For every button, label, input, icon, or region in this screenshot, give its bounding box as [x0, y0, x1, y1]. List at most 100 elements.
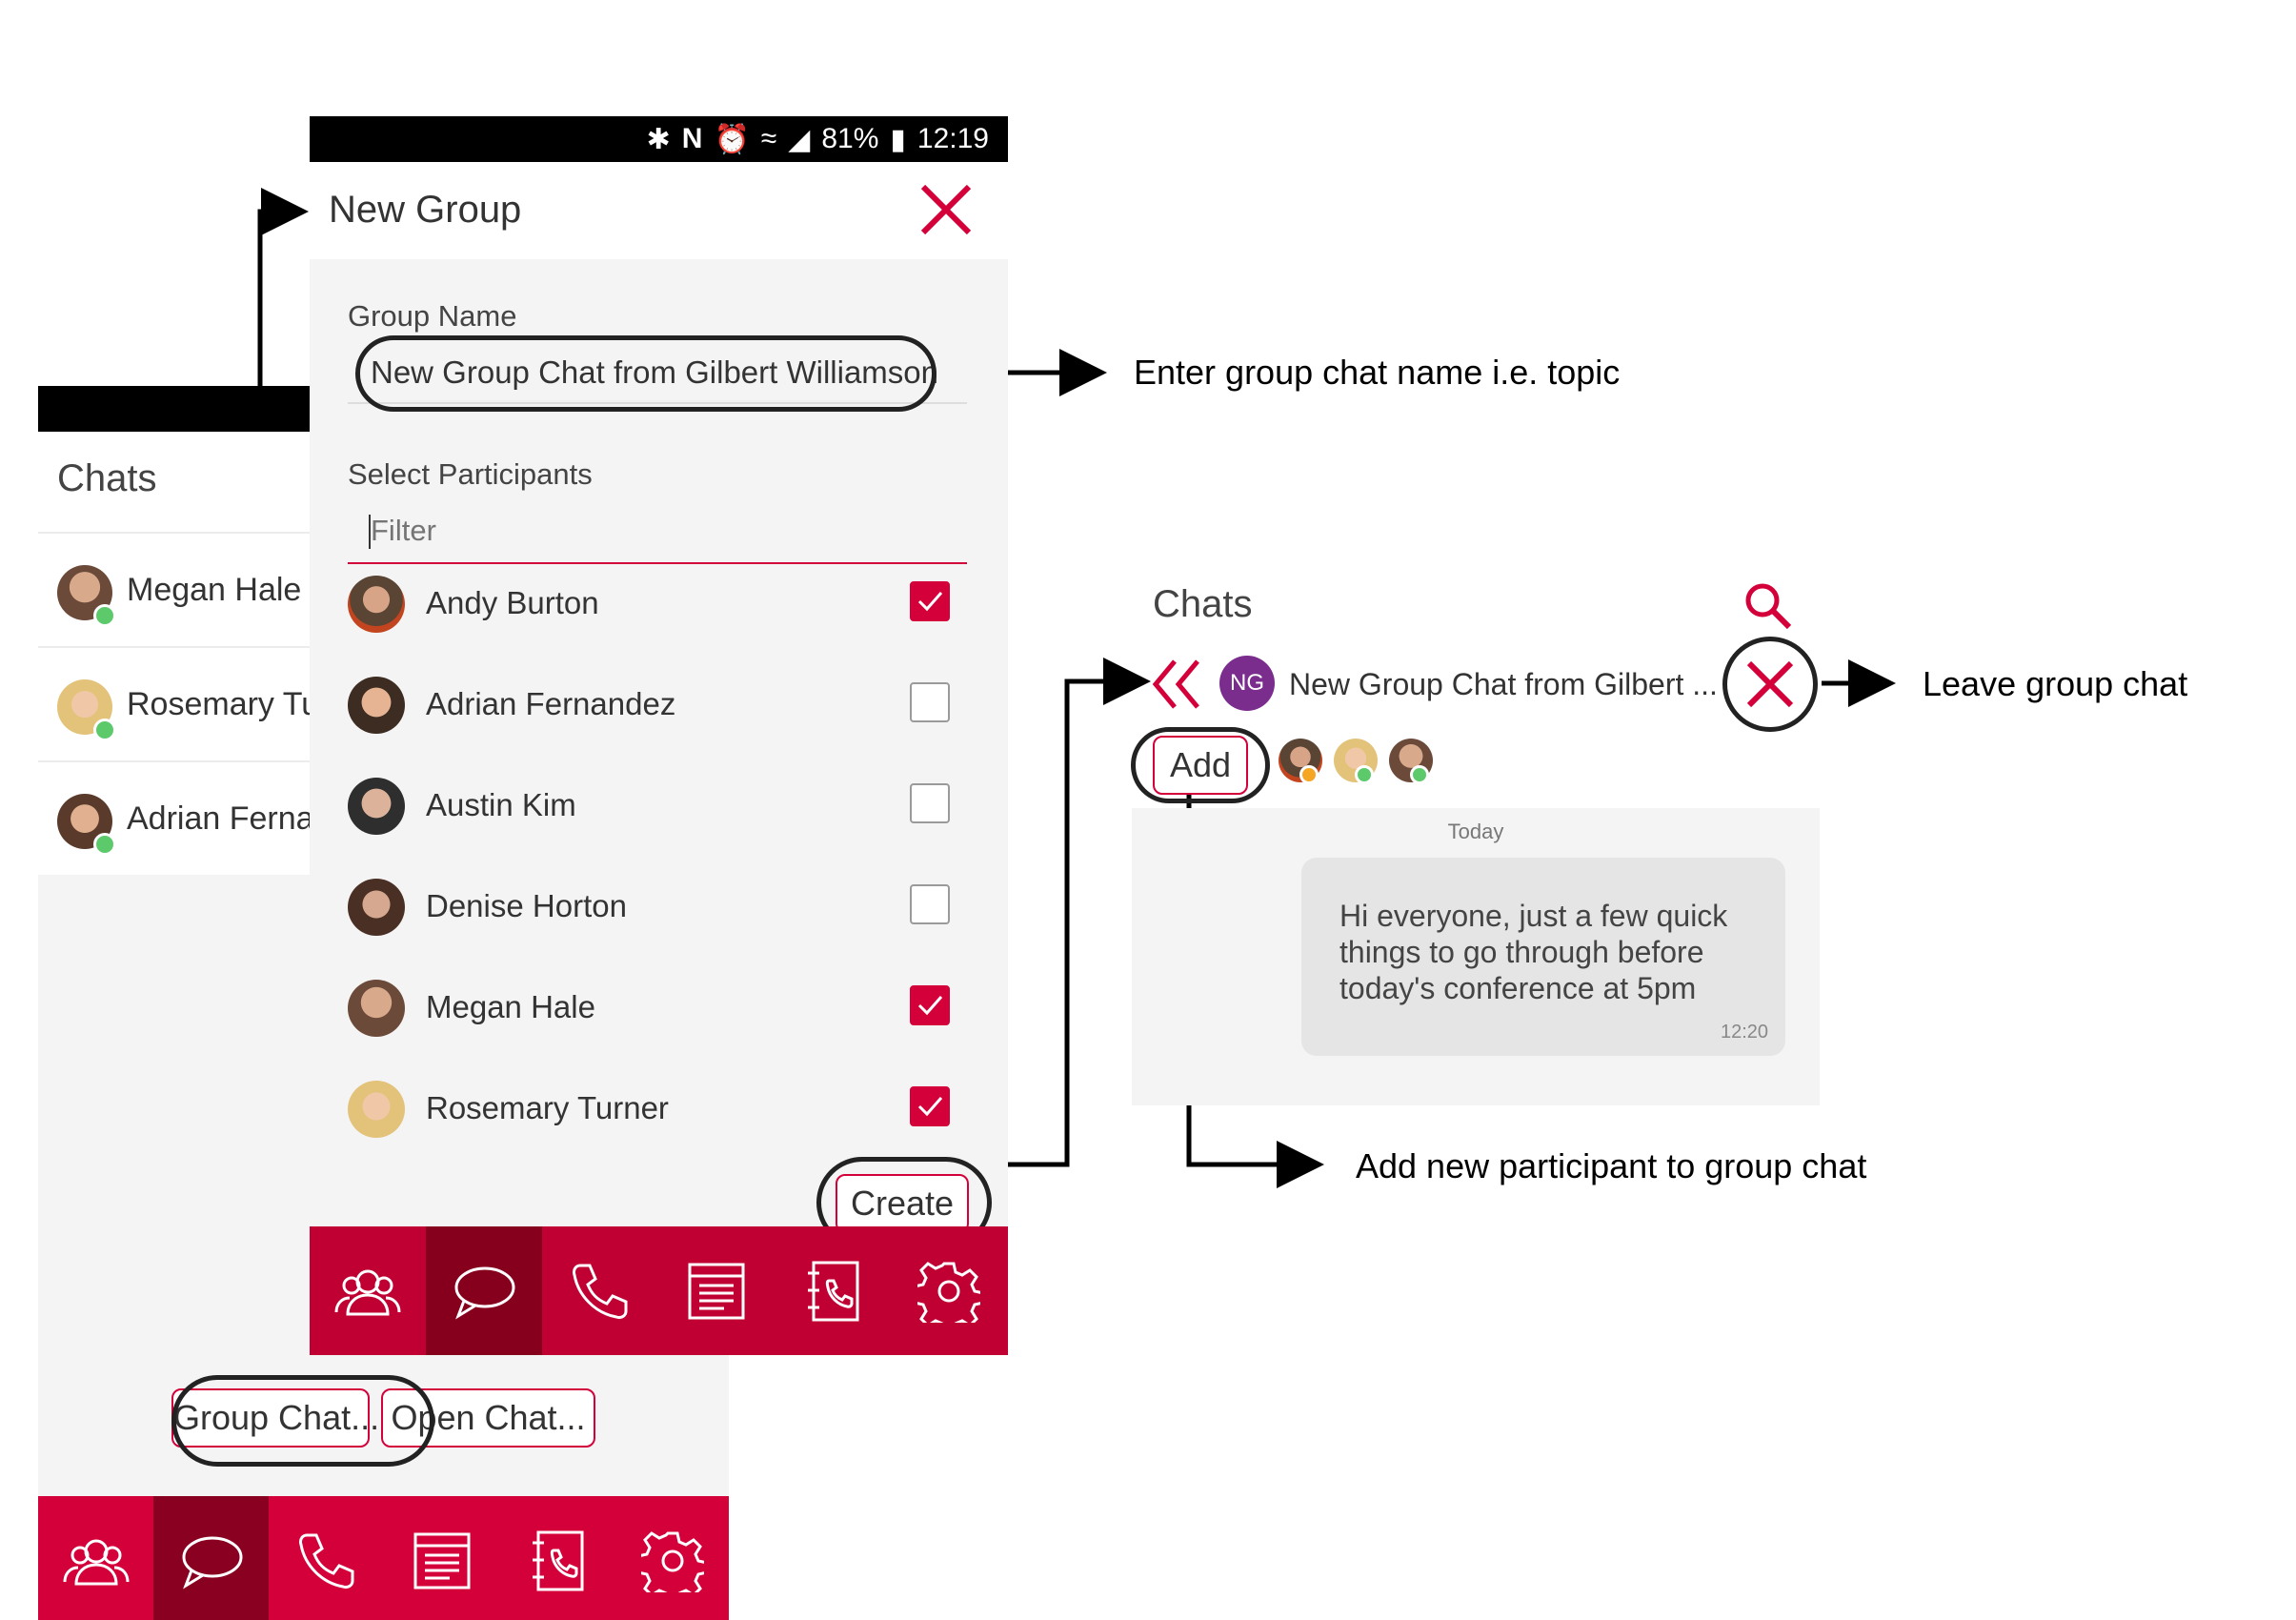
online-status-dot	[1355, 765, 1374, 784]
bottom-nav	[310, 1226, 1008, 1355]
battery-icon: ▮	[890, 123, 906, 155]
notes-icon	[413, 1532, 470, 1589]
status-bar: ✱ N ⏰ ≈ ◢ 81% ▮ 12:19	[310, 116, 1008, 162]
avatar	[348, 576, 405, 633]
nav-contacts[interactable]	[310, 1226, 426, 1355]
checkmark-icon	[917, 996, 943, 1016]
participant-row[interactable]: Denise Horton	[348, 869, 967, 945]
message-bubble[interactable]: Hi everyone, just a few quick things to …	[1301, 858, 1785, 1056]
avatar	[348, 677, 405, 734]
nfc-icon: N	[681, 123, 703, 154]
nav-notes[interactable]	[658, 1226, 775, 1355]
text-cursor	[369, 515, 371, 549]
wifi-icon: ≈	[760, 123, 777, 154]
participant-name: Denise Horton	[426, 888, 627, 923]
annotation-ring-add	[1131, 727, 1270, 803]
settings-icon	[640, 1530, 704, 1592]
nav-settings[interactable]	[891, 1226, 1007, 1355]
participant-row[interactable]: Rosemary Turner	[348, 1071, 967, 1147]
alarm-icon: ⏰	[714, 123, 750, 155]
connector-create-to-chat	[991, 658, 1151, 1167]
avatar	[348, 778, 405, 835]
phonebook-icon	[532, 1530, 583, 1590]
away-status-dot	[1299, 765, 1319, 784]
annotation-ring-group-name	[355, 335, 937, 412]
group-chat-name: New Group Chat from Gilbert ...	[1289, 667, 1718, 701]
search-icon[interactable]	[1742, 579, 1793, 631]
select-participants-label: Select Participants	[348, 457, 593, 491]
chats-title: Chats	[1153, 583, 1253, 625]
settings-icon	[917, 1261, 980, 1323]
participant-checkbox[interactable]	[910, 581, 950, 621]
nav-notes[interactable]	[384, 1496, 499, 1620]
nav-phonebook[interactable]	[499, 1496, 614, 1620]
avatar	[348, 1081, 405, 1138]
new-group-header: New Group	[310, 162, 1008, 259]
new-group-screen: ✱ N ⏰ ≈ ◢ 81% ▮ 12:19 New Group Group Na…	[310, 116, 1008, 1355]
participant-row[interactable]: Megan Hale	[348, 970, 967, 1046]
participant-row[interactable]: Andy Burton	[348, 566, 967, 642]
participant-name: Andy Burton	[426, 585, 599, 620]
phonebook-icon	[808, 1261, 859, 1321]
online-status-dot	[93, 719, 116, 741]
contacts-icon	[334, 1269, 401, 1315]
phone-icon	[298, 1533, 353, 1589]
message-text: Hi everyone, just a few quick things to …	[1339, 899, 1728, 1005]
nav-calls[interactable]	[542, 1226, 658, 1355]
leave-group-button[interactable]	[1722, 637, 1818, 732]
checkmark-icon	[917, 592, 943, 612]
filter-input[interactable]	[371, 507, 942, 555]
participant-name: Megan Hale	[426, 989, 595, 1024]
double-chevron-left-icon[interactable]	[1150, 658, 1205, 711]
participant-name: Adrian Fernandez	[426, 686, 676, 721]
chat-name: Adrian Fernar	[127, 800, 325, 837]
avatar	[348, 879, 405, 936]
online-status-dot	[1410, 765, 1429, 784]
avatar	[348, 980, 405, 1037]
contacts-icon	[63, 1539, 129, 1585]
new-group-form: Group Name New Group Chat from Gilbert W…	[310, 259, 1008, 1248]
close-icon[interactable]	[919, 183, 973, 236]
message-timestamp: 12:20	[1721, 1022, 1769, 1043]
nav-chats[interactable]	[153, 1496, 269, 1620]
online-status-dot	[93, 604, 116, 627]
checkmark-icon	[917, 1097, 943, 1117]
chat-bubble-icon	[182, 1536, 242, 1590]
nav-settings[interactable]	[614, 1496, 730, 1620]
close-icon	[1746, 660, 1794, 708]
day-separator: Today	[1447, 820, 1504, 843]
participant-name: Austin Kim	[426, 787, 576, 822]
participant-checkbox[interactable]	[910, 884, 950, 924]
callout-add-participant: Add new participant to group chat	[1356, 1146, 1867, 1185]
filter-underline	[348, 562, 967, 564]
notes-icon	[688, 1263, 745, 1319]
chats-title: Chats	[57, 457, 157, 499]
nav-phonebook[interactable]	[775, 1226, 891, 1355]
group-avatar: NG	[1219, 656, 1275, 711]
participant-checkbox[interactable]	[910, 985, 950, 1025]
participant-checkbox[interactable]	[910, 1086, 950, 1126]
chat-name: Megan Hale	[127, 572, 302, 608]
participant-checkbox[interactable]	[910, 682, 950, 722]
chat-bubble-icon	[454, 1266, 515, 1320]
participant-row[interactable]: Austin Kim	[348, 768, 967, 844]
participant-checkbox[interactable]	[910, 783, 950, 823]
participant-name: Rosemary Turner	[426, 1090, 669, 1125]
nav-calls[interactable]	[269, 1496, 384, 1620]
bottom-nav	[38, 1496, 729, 1620]
callout-leave-group: Leave group chat	[1923, 664, 2188, 703]
conversation-area: Today Hi everyone, just a few quick thin…	[1132, 808, 1820, 1105]
online-status-dot	[93, 833, 116, 856]
clock: 12:19	[916, 123, 989, 154]
bluetooth-icon: ✱	[646, 123, 671, 155]
page-title: New Group	[329, 189, 522, 231]
battery-level: 81%	[821, 123, 879, 154]
phone-icon	[573, 1264, 628, 1319]
signal-icon: ◢	[788, 123, 811, 155]
nav-contacts[interactable]	[38, 1496, 153, 1620]
participant-row[interactable]: Adrian Fernandez	[348, 667, 967, 743]
group-name-label: Group Name	[348, 299, 517, 333]
callout-group-name: Enter group chat name i.e. topic	[1134, 353, 1621, 392]
annotation-ring-group-chat	[171, 1375, 434, 1467]
nav-chats[interactable]	[426, 1226, 542, 1355]
